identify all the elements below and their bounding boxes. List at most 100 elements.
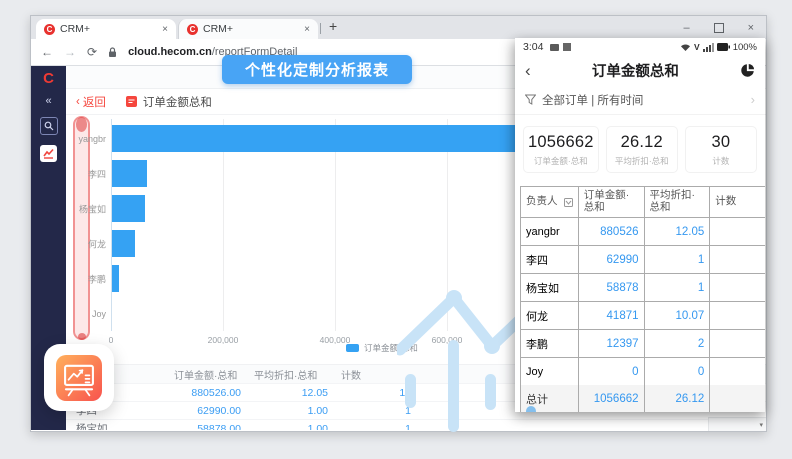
stat-value: 30 [690,133,752,152]
back-chevron-icon: ‹ [76,96,80,108]
filter-text: 全部订单 | 所有时间 [542,92,643,108]
cell-count: 1 [328,405,411,417]
browser-tab-1[interactable]: C CRM+ × [36,19,176,39]
phone-table-row[interactable]: 何龙 41871 10.07 [521,302,765,330]
close-button[interactable]: × [748,22,754,34]
pie-chart-icon[interactable] [740,63,755,78]
chart-category-label: 杨宝如 [66,202,106,215]
search-icon[interactable] [40,117,58,135]
phone-data-table: 负责人 订单金额·总和 平均折扣·总和 计数 yangbr 880526 12.… [520,186,765,412]
cell-discount: 12.05 [241,387,328,399]
x-axis-tick-label: 200,000 [208,335,239,345]
cell-amount: 880526 [579,218,645,245]
back-link[interactable]: ‹ 返回 [76,94,106,110]
cell-amount: 62990.00 [161,405,241,417]
cell-name: 杨宝如 [521,274,579,301]
minimize-button[interactable]: – [683,22,689,34]
back-nav-icon[interactable]: ← [41,45,53,59]
column-header-owner: 负责人 [526,196,558,208]
report-app-card[interactable] [44,344,114,411]
cell-count: 14 [328,387,411,399]
promo-banner-text: 个性化定制分析报表 [245,59,389,80]
tab-close-icon[interactable]: × [162,24,168,35]
collapse-sidebar-icon[interactable]: « [45,96,51,107]
app-notification-icon [563,43,571,51]
cell-count [710,302,765,329]
tab-label: CRM+ [203,23,233,35]
chart-category-label: yangbr [66,134,106,144]
chart-legend: 订单金额·总和 [346,342,418,354]
scroll-indicator-dot [526,406,536,412]
browser-tab-2[interactable]: C CRM+ × [178,19,318,39]
column-header: 平均折扣·总和 [241,367,328,382]
cell-count [710,274,765,301]
column-filter-icon[interactable] [564,198,573,207]
phone-summary-stats: 1056662 订单金额·总和 26.12 平均折扣·总和 30 计数 [515,115,765,186]
chevron-right-icon: › [751,92,755,107]
filter-funnel-icon [525,94,536,105]
tab-divider [320,23,321,34]
hecom-logo: C [43,71,54,86]
phone-table-row[interactable]: Joy 0 0 [521,358,765,385]
phone-table-row[interactable]: yangbr 880526 12.05 [521,218,765,246]
maximize-button[interactable] [714,23,724,33]
phone-status-bar: 3:04 V 100% [515,38,765,56]
cell-name: 何龙 [521,302,579,329]
column-header: 计数 [328,367,411,382]
report-title: 订单金额总和 [143,94,212,110]
new-tab-button[interactable]: + [329,18,337,34]
cell-name: 杨宝如 [66,421,161,430]
reload-icon[interactable]: ⟳ [87,45,97,59]
tab-close-icon[interactable]: × [304,24,310,35]
signal-icon [703,43,714,52]
back-label: 返回 [83,94,106,110]
scroll-down-icon[interactable]: ▾ [759,421,763,429]
phone-nav-bar: ‹ 订单金额总和 [515,56,765,85]
chart-bar[interactable] [112,230,135,257]
stat-card: 30 计数 [685,126,757,173]
cell-amount: 62990 [579,246,645,273]
cell-amount: 880526.00 [161,387,241,399]
cell-discount: 10.07 [645,302,711,329]
stat-card: 1056662 订单金额·总和 [523,126,599,173]
total-discount: 26.12 [645,385,711,412]
presentation-chart-icon [56,355,102,401]
cell-discount: 1.00 [241,423,328,431]
url-host: cloud.hecom.cn [128,46,212,58]
cell-discount: 1 [645,246,711,273]
cell-amount: 41871 [579,302,645,329]
stat-value: 1056662 [528,133,594,152]
cell-discount: 12.05 [645,218,711,245]
cell-count [710,358,765,385]
scrollbar-corner[interactable]: ▾ [708,417,766,431]
total-amount: 1056662 [579,385,645,412]
chart-bar[interactable] [112,195,145,222]
cell-count [710,246,765,273]
battery-icon [717,43,730,51]
crm-favicon: C [44,24,55,35]
chart-bar[interactable] [112,265,119,292]
phone-page-title: 订单金额总和 [531,60,740,81]
phone-filter-row[interactable]: 全部订单 | 所有时间 › [515,85,765,115]
chart-bar[interactable] [112,160,147,187]
sidebar-item-report-active[interactable] [40,145,57,162]
forward-nav-icon[interactable]: → [64,45,76,59]
stat-label: 订单金额·总和 [528,155,594,167]
phone-table-row[interactable]: 杨宝如 58878 1 [521,274,765,302]
legend-swatch [346,344,359,352]
cell-name: yangbr [521,218,579,245]
stat-label: 平均折扣·总和 [611,155,673,167]
phone-table-header: 负责人 订单金额·总和 平均折扣·总和 计数 [521,187,765,218]
table-row[interactable]: 杨宝如 58878.00 1.00 1 [66,420,766,430]
phone-table-row[interactable]: 李四 62990 1 [521,246,765,274]
x-axis-tick-label: 0 [109,335,114,345]
cell-discount: 0 [645,358,711,385]
cell-count: 1 [328,423,411,431]
lock-icon [108,47,117,58]
volte-icon: V [694,42,700,52]
phone-table-row[interactable]: 李鹏 12397 2 [521,330,765,358]
cell-discount: 1.00 [241,405,328,417]
battery-percent: 100% [733,42,757,53]
report-icon [126,96,137,107]
chart-category-label: 李鹏 [66,272,106,285]
